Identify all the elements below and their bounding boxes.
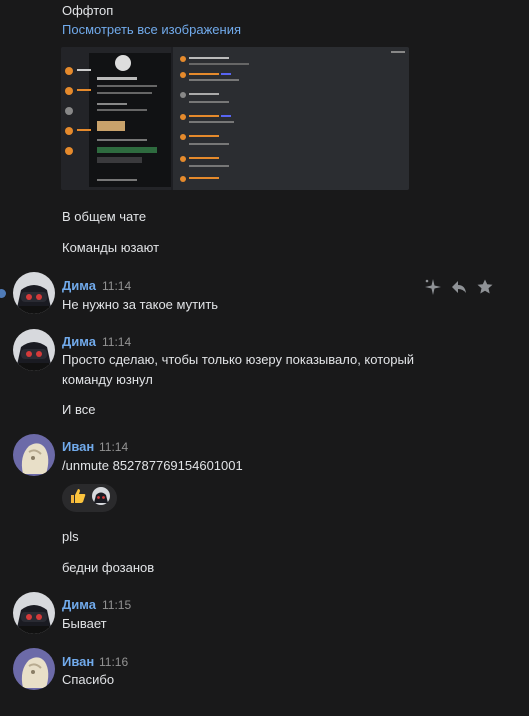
message-text-general-chat: В общем чате (62, 209, 147, 224)
message-text: И все (62, 402, 96, 417)
message-time: 11:15 (102, 598, 132, 612)
message-time: 11:14 (102, 335, 132, 349)
message-text-line2: команду юзнул (62, 372, 153, 387)
message-time: 11:14 (102, 279, 132, 293)
reactions-bar[interactable] (62, 484, 117, 512)
favorite-icon[interactable] (476, 278, 494, 296)
author-name[interactable]: Иван (62, 654, 94, 669)
message-text: Не нужно за такое мутить (62, 297, 219, 312)
message-text-commands: Команды юзают (62, 240, 160, 255)
message-time: 11:16 (99, 655, 129, 669)
view-all-images-link[interactable]: Посмотреть все изображения (62, 21, 241, 38)
author-name[interactable]: Дима (62, 278, 96, 293)
author-name[interactable]: Дима (62, 597, 96, 612)
message-text: бедни фозанов (62, 560, 155, 575)
avatar-ivan[interactable] (13, 434, 55, 476)
message-hover-actions (424, 278, 494, 296)
message-text: Спасибо (62, 672, 115, 687)
message-text: Бывает (62, 616, 107, 631)
author-name[interactable]: Иван (62, 439, 94, 454)
avatar-dima[interactable] (13, 329, 55, 371)
message-text: pls (62, 529, 79, 544)
sparkle-icon[interactable] (424, 278, 442, 296)
reply-icon[interactable] (450, 278, 468, 296)
avatar-dima[interactable] (13, 272, 55, 314)
avatar-dima[interactable] (13, 592, 55, 634)
thumbs-up-icon[interactable] (69, 487, 87, 510)
message-text-line1: Просто сделаю, чтобы только юзеру показы… (62, 352, 415, 367)
author-name[interactable]: Дима (62, 334, 96, 349)
message-text-offtopic: Оффтоп (62, 3, 114, 18)
unread-indicator (0, 289, 6, 298)
message-text: /unmute 852787769154601001 (62, 458, 243, 473)
attached-screenshot[interactable] (61, 47, 409, 190)
message-time: 11:14 (99, 440, 129, 454)
reaction-avatar-dima[interactable] (92, 486, 111, 510)
avatar-ivan[interactable] (13, 648, 55, 690)
